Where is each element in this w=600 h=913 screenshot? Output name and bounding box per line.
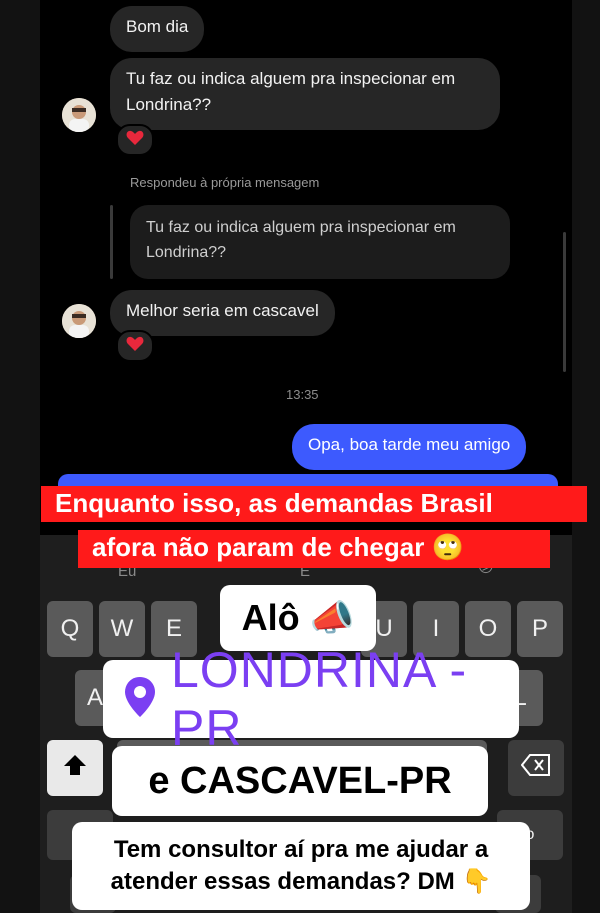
banner-text-2: afora não param de chegar 🙄 xyxy=(92,532,464,562)
message-bubble[interactable]: Tu faz ou indica alguem pra inspecionar … xyxy=(110,58,500,130)
banner-line-2: afora não param de chegar 🙄 xyxy=(78,530,550,568)
message-text: Melhor seria em cascavel xyxy=(126,301,319,320)
screen-edge-left xyxy=(0,0,40,913)
question-sticker: Tem consultor aí pra me ajudar a atender… xyxy=(72,822,530,910)
screen-edge-right xyxy=(572,0,600,913)
reaction-badge[interactable] xyxy=(116,124,154,156)
heart-icon xyxy=(126,336,144,357)
key-p[interactable]: P xyxy=(517,601,563,657)
message-text: Opa, boa tarde meu amigo xyxy=(308,435,511,454)
shift-icon xyxy=(63,754,87,783)
quoted-text: Tu faz ou indica alguem pra inspecionar … xyxy=(146,219,456,261)
backspace-icon xyxy=(520,753,551,783)
question-text-1: Tem consultor aí pra me ajudar a xyxy=(113,836,489,863)
alo-text: Alô 📣 xyxy=(241,597,355,638)
quote-bar xyxy=(110,205,113,279)
message-text: Bom dia xyxy=(126,17,189,36)
city2-sticker: e CASCAVEL-PR xyxy=(112,746,488,816)
key-w[interactable]: W xyxy=(99,601,145,657)
avatar[interactable] xyxy=(62,304,96,338)
city-name: LONDRINA - PR xyxy=(171,642,468,756)
shift-key[interactable] xyxy=(47,740,103,796)
city2-text: e CASCAVEL-PR xyxy=(148,759,452,802)
heart-icon xyxy=(126,130,144,151)
location-pin-icon xyxy=(123,675,157,724)
location-sticker[interactable]: LONDRINA - PR xyxy=(103,642,519,756)
outgoing-message[interactable]: Opa, boa tarde meu amigo xyxy=(292,424,527,470)
quoted-message[interactable]: Tu faz ou indica alguem pra inspecionar … xyxy=(130,205,510,279)
timestamp: 13:35 xyxy=(286,387,319,402)
question-text-2: atender essas demandas? DM 👇 xyxy=(110,868,492,895)
avatar[interactable] xyxy=(62,98,96,132)
banner-line-1: Enquanto isso, as demandas Brasil xyxy=(41,486,587,522)
key-q[interactable]: Q xyxy=(47,601,93,657)
banner-text-1: Enquanto isso, as demandas Brasil xyxy=(55,488,493,518)
scrollbar[interactable] xyxy=(563,232,566,372)
reply-header: Respondeu à própria mensagem xyxy=(130,175,320,190)
message-bubble[interactable]: Melhor seria em cascavel xyxy=(110,290,335,336)
message-text: Tu faz ou indica alguem pra inspecionar … xyxy=(126,69,456,114)
message-bubble[interactable]: Bom dia xyxy=(110,6,205,52)
reaction-badge[interactable] xyxy=(116,330,154,362)
